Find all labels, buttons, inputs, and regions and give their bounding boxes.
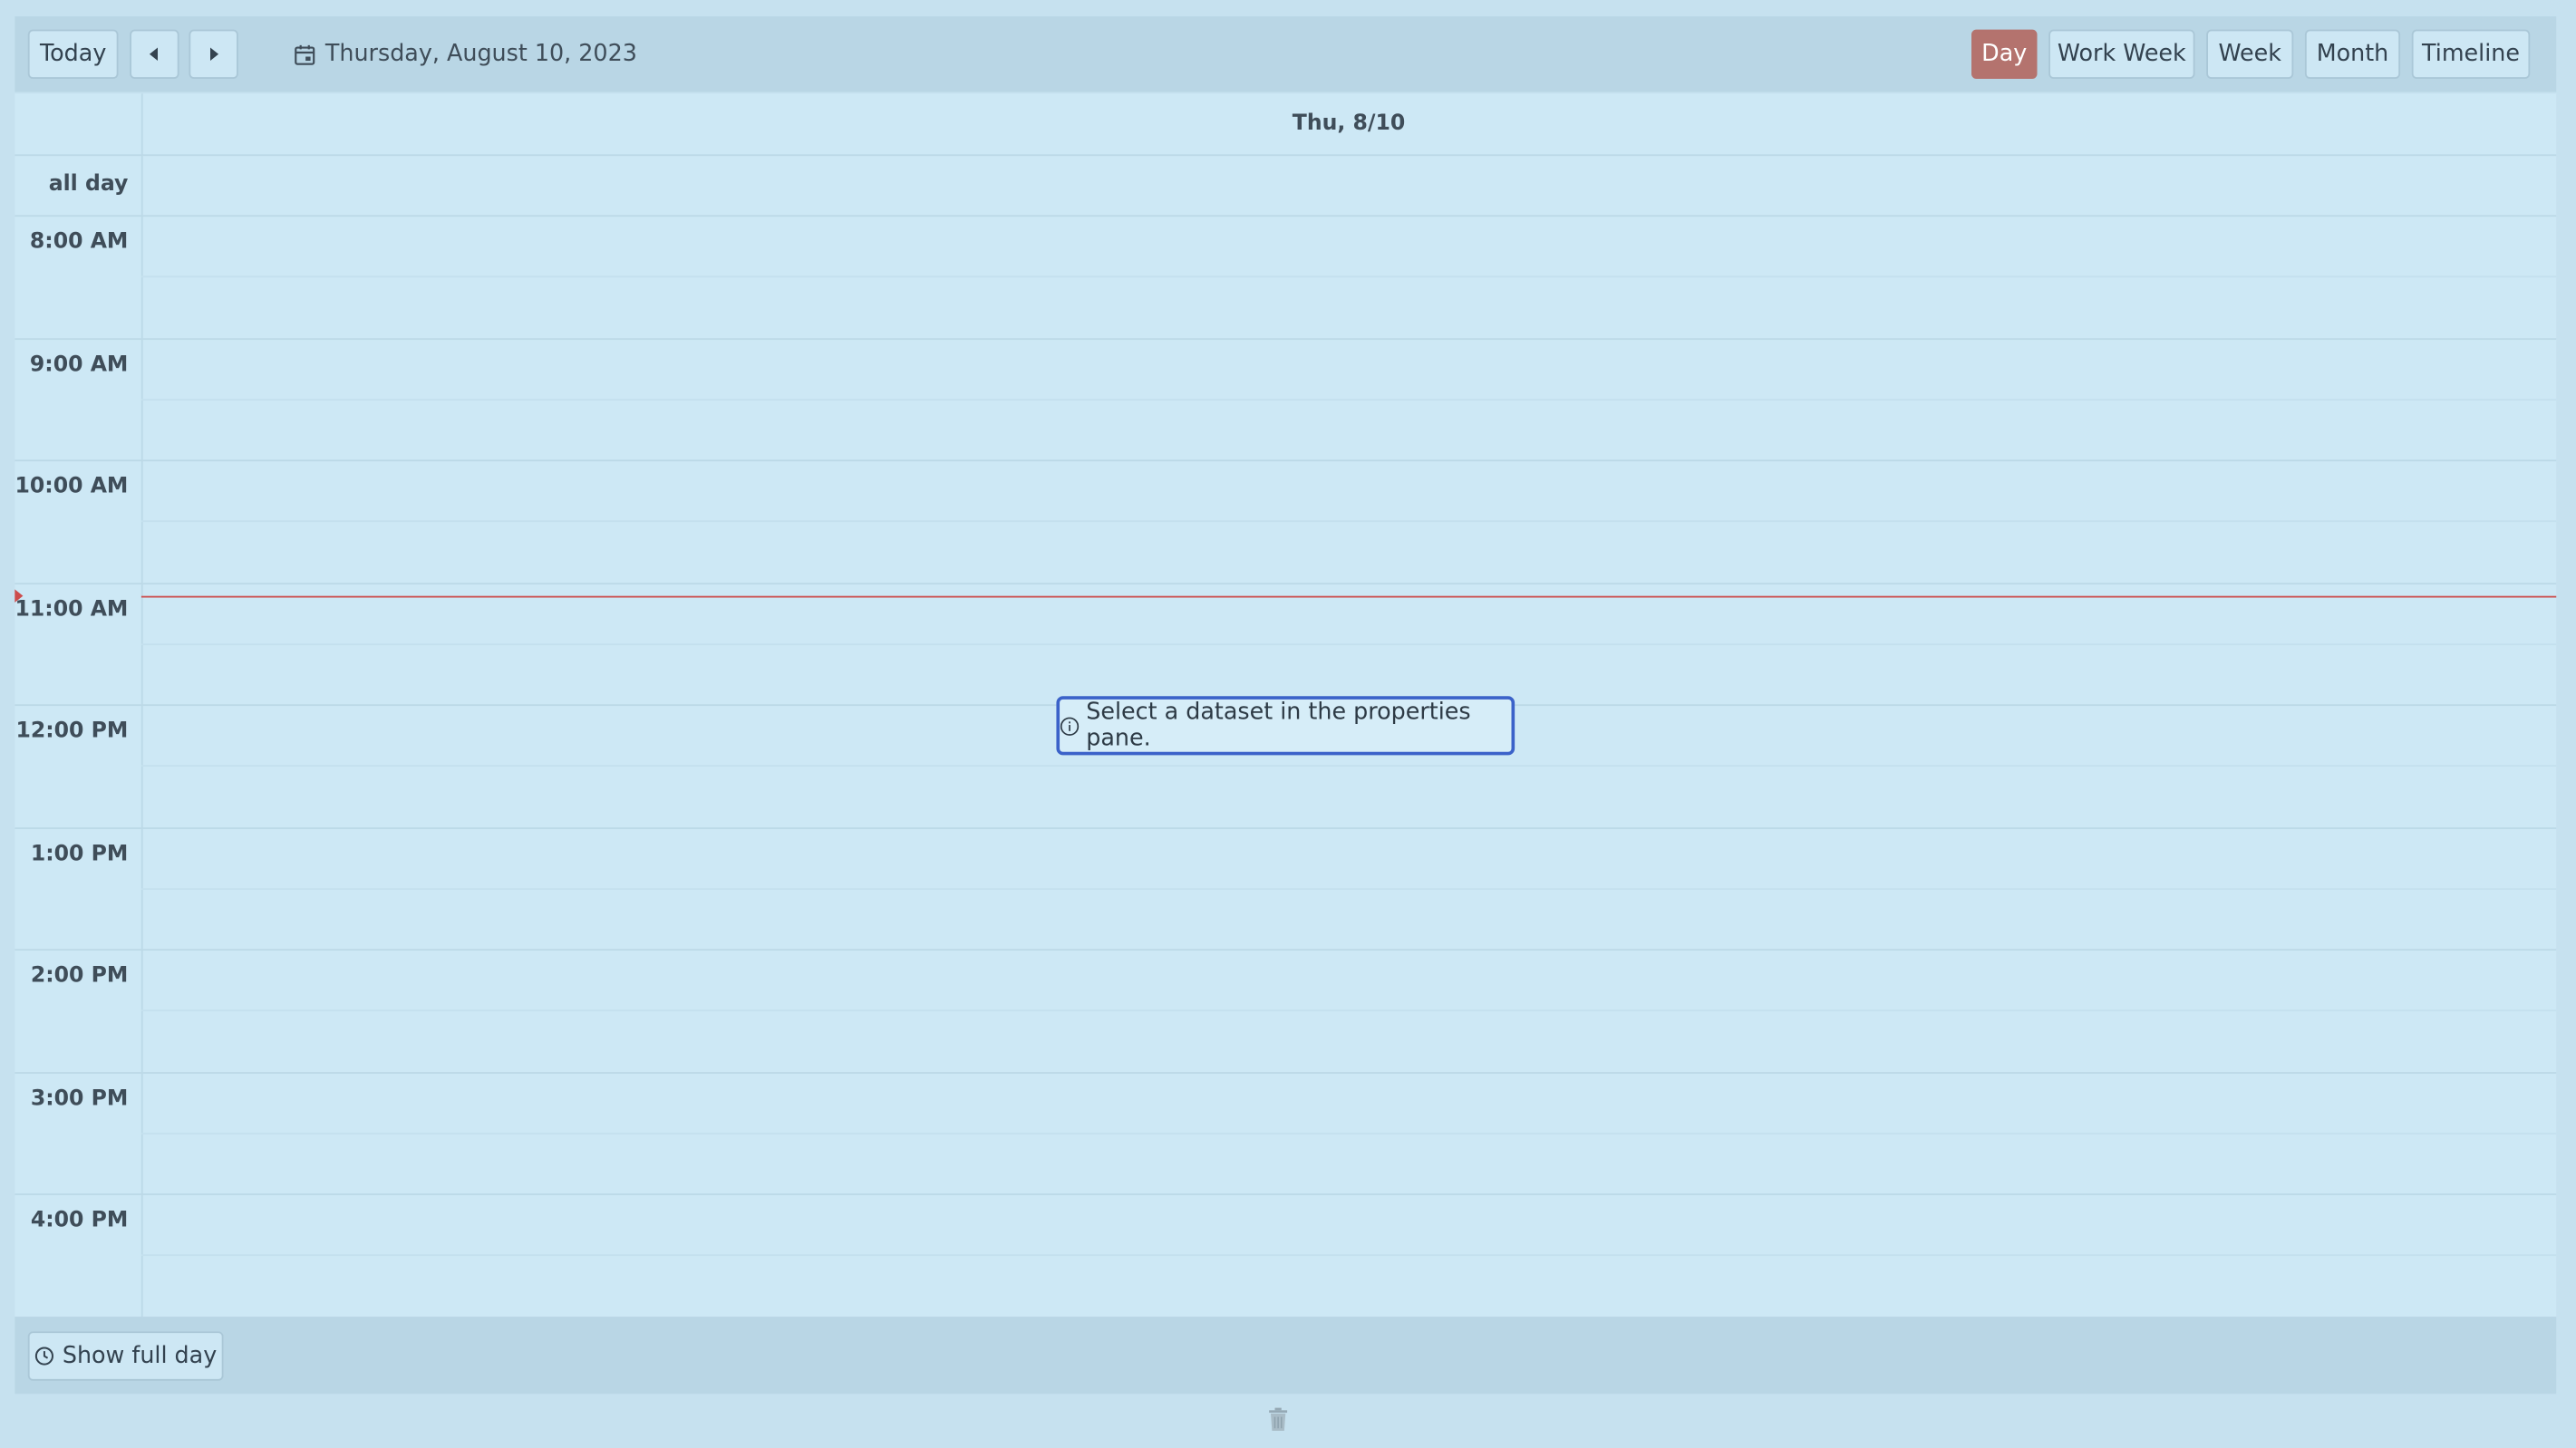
time-label: 4:00 PM (30, 1208, 129, 1233)
current-time-arrow (15, 589, 24, 603)
time-slot-4pm[interactable]: 4:00 PM (15, 1193, 2557, 1316)
triangle-right-icon (210, 47, 219, 62)
date-picker[interactable]: Thursday, August 10, 2023 (294, 30, 637, 79)
day-header-row: Thu, 8/10 (15, 93, 2557, 157)
calendar-footer: Show full day (15, 1317, 2557, 1395)
time-slot-1pm[interactable]: 1:00 PM (15, 826, 2557, 949)
view-day-label: Day (1981, 41, 2028, 68)
today-label: Today (39, 41, 107, 68)
hour-divider (15, 1193, 2557, 1195)
calendar-icon (295, 43, 315, 64)
time-label: 12:00 PM (15, 719, 129, 744)
view-month-label: Month (2316, 41, 2389, 68)
view-work-week-label: Work Week (2057, 41, 2186, 68)
half-hour-divider (140, 520, 2557, 523)
half-hour-divider (140, 1009, 2557, 1012)
half-hour-divider (140, 1254, 2557, 1257)
half-hour-divider (140, 887, 2557, 890)
time-label: 11:00 AM (15, 596, 129, 622)
time-slot-11am[interactable]: 11:00 AM (15, 582, 2557, 704)
time-slot-8am[interactable]: 8:00 AM (15, 215, 2557, 337)
time-label: 3:00 PM (30, 1086, 129, 1111)
clock-icon (34, 1347, 53, 1366)
calendar-stage: Today Thursday, August 10, 2023 Day Work… (0, 0, 2576, 1448)
show-full-day-button[interactable]: Show full day (27, 1331, 224, 1381)
day-header: Thu, 8/10 (1292, 111, 1406, 137)
trash-icon[interactable] (1268, 1407, 1288, 1438)
time-slot-2pm[interactable]: 2:00 PM (15, 949, 2557, 1071)
hour-divider (15, 826, 2557, 829)
time-slot-3pm[interactable]: 3:00 PM (15, 1071, 2557, 1193)
half-hour-divider (140, 642, 2557, 645)
hour-divider (15, 949, 2557, 951)
view-week-label: Week (2218, 41, 2281, 68)
show-full-day-label: Show full day (62, 1343, 218, 1370)
half-hour-divider (140, 1132, 2557, 1134)
today-button[interactable]: Today (27, 29, 119, 79)
view-day-button[interactable]: Day (1971, 29, 2038, 79)
all-day-label: all day (48, 172, 129, 198)
hour-divider (15, 582, 2557, 584)
current-time-indicator (140, 595, 2557, 598)
prev-button[interactable] (130, 29, 179, 79)
half-hour-divider (140, 398, 2557, 401)
hour-divider (15, 1071, 2557, 1074)
hour-divider (15, 459, 2557, 462)
time-slot-10am[interactable]: 10:00 AM (15, 459, 2557, 582)
time-label: 2:00 PM (30, 963, 129, 989)
view-week-button[interactable]: Week (2206, 29, 2294, 79)
calendar-toolbar: Today Thursday, August 10, 2023 Day Work… (15, 16, 2557, 92)
dataset-notice: Select a dataset in the properties pane. (1056, 696, 1516, 756)
hour-divider (15, 337, 2557, 340)
time-label: 8:00 AM (29, 229, 129, 255)
view-work-week-button[interactable]: Work Week (2048, 29, 2195, 79)
date-text: Thursday, August 10, 2023 (324, 41, 637, 68)
time-slot-9am[interactable]: 9:00 AM (15, 337, 2557, 459)
time-label: 9:00 AM (29, 352, 129, 377)
notice-text: Select a dataset in the properties pane. (1086, 699, 1471, 752)
info-circle-icon (1060, 716, 1080, 735)
next-button[interactable] (189, 29, 238, 79)
view-timeline-button[interactable]: Timeline (2411, 29, 2531, 79)
time-label: 1:00 PM (30, 841, 129, 866)
all-day-row[interactable]: all day (15, 154, 2557, 217)
time-label: 10:00 AM (15, 474, 129, 499)
view-timeline-label: Timeline (2422, 41, 2520, 68)
view-month-button[interactable]: Month (2304, 29, 2401, 79)
triangle-left-icon (149, 47, 158, 62)
half-hour-divider (140, 275, 2557, 278)
half-hour-divider (140, 765, 2557, 767)
